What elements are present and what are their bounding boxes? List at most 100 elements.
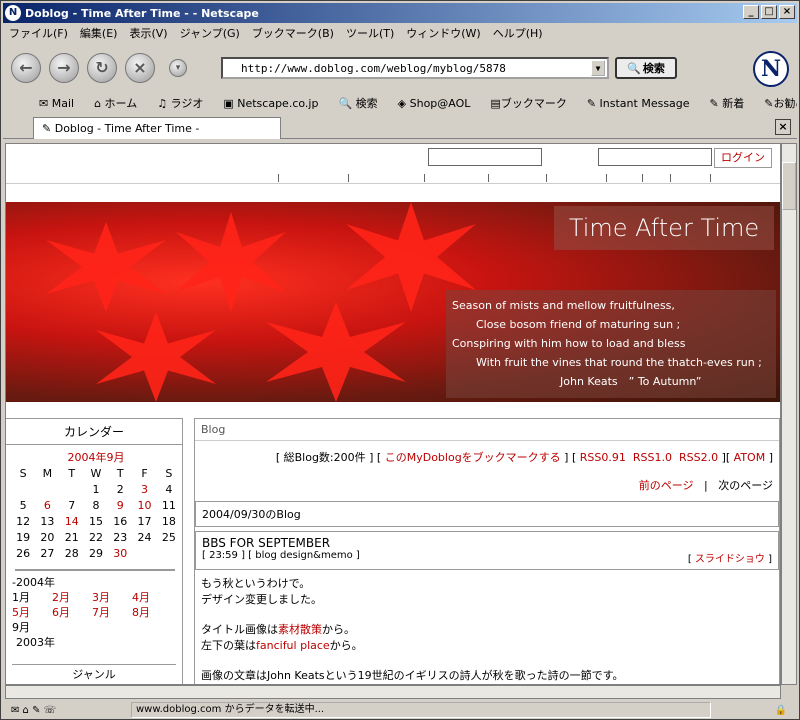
calendar-day[interactable]: 10 xyxy=(132,497,156,513)
close-button[interactable]: × xyxy=(779,5,795,19)
post-title[interactable]: BBS FOR SEPTEMBER xyxy=(202,536,772,550)
section-header: Blog xyxy=(195,419,779,441)
rss10-link[interactable]: RSS1.0 xyxy=(633,451,672,464)
next-page-link[interactable]: 次のページ xyxy=(718,479,773,492)
post-time-category: [ 23:59 ] [ blog design&memo ] xyxy=(202,550,360,561)
maple-leaf-image xyxy=(96,312,216,402)
maple-leaf-image xyxy=(176,212,286,312)
tab-doblog[interactable]: ✎ Doblog - Time After Time - xyxy=(33,117,281,139)
calendar-day-header: W xyxy=(90,466,102,480)
poem-line: With fruit the vines that round the that… xyxy=(476,356,762,369)
calendar-day[interactable]: 3 xyxy=(132,481,156,497)
bookmark-search[interactable]: 🔍 検索 xyxy=(338,95,387,111)
url-field[interactable]: http://www.doblog.com/weblog/myblog/5878… xyxy=(221,57,609,79)
login-password-input[interactable] xyxy=(598,148,712,166)
url-dropdown-icon[interactable]: ▼ xyxy=(591,60,605,76)
netscape-logo[interactable]: N xyxy=(753,51,789,87)
menu-bookmarks[interactable]: ブックマーク(B) xyxy=(246,25,340,41)
bookmark-netscape[interactable]: ▣ Netscape.co.jp xyxy=(223,97,328,110)
calendar-day: 21 xyxy=(64,530,79,544)
calendar-title: カレンダー xyxy=(6,419,182,445)
archive-month-link[interactable]: 7月 xyxy=(92,605,132,620)
archive-month-link[interactable]: 4月 xyxy=(132,590,172,605)
bookmark-mail[interactable]: ✉ Mail xyxy=(39,97,84,110)
calendar-day: 27 xyxy=(40,546,55,560)
navigation-toolbar: ← → ↻ × ▾ http://www.doblog.com/weblog/m… xyxy=(3,45,797,91)
poem-quote: Season of mists and mellow fruitfulness,… xyxy=(446,290,776,398)
back-button[interactable]: ← xyxy=(11,53,41,83)
reload-button[interactable]: ↻ xyxy=(87,53,117,83)
bookmark-mydoblog-link[interactable]: このMyDoblogをブックマークする xyxy=(385,451,561,464)
calendar-day xyxy=(60,481,84,497)
calendar-day: 28 xyxy=(64,546,79,560)
login-id-input[interactable] xyxy=(428,148,542,166)
vertical-scrollbar[interactable] xyxy=(781,143,797,685)
divider xyxy=(348,174,349,182)
bookmark-recommend-label: お勧め xyxy=(773,97,797,110)
bookmark-home-label: ホーム xyxy=(104,97,138,110)
bookmark-recommend[interactable]: ✎お勧め xyxy=(764,95,797,111)
bookmark-mail-label: Mail xyxy=(51,96,75,110)
menu-go[interactable]: ジャンプ(G) xyxy=(174,25,246,41)
menu-edit[interactable]: 編集(E) xyxy=(74,25,124,41)
calendar-day: 24 xyxy=(137,530,152,544)
calendar-day: 2 xyxy=(116,482,124,496)
calendar-day[interactable]: 14 xyxy=(60,513,84,529)
calendar-day: 7 xyxy=(68,498,76,512)
calendar-day: 5 xyxy=(19,498,27,512)
calendar-day[interactable]: 9 xyxy=(108,497,132,513)
slideshow-link[interactable]: スライドショウ xyxy=(695,554,765,565)
search-button-label: 検索 xyxy=(642,62,665,75)
archive-month-row: 1月 2月 3月 4月 xyxy=(12,590,176,605)
divider xyxy=(606,174,607,182)
bookmark-radio[interactable]: ♫ ラジオ xyxy=(157,95,213,111)
bookmark-netscape-label: Netscape.co.jp xyxy=(237,96,319,110)
fanciful-place-link[interactable]: fanciful place xyxy=(256,639,330,652)
close-tab-button[interactable]: × xyxy=(775,119,791,135)
search-button[interactable]: 🔍 検索 xyxy=(615,57,677,79)
history-dropdown-button[interactable]: ▾ xyxy=(169,59,187,77)
bookmark-radio-label: ラジオ xyxy=(170,97,204,110)
menu-tools[interactable]: ツール(T) xyxy=(340,25,400,41)
prev-page-link[interactable]: 前のページ xyxy=(639,479,694,492)
forward-button[interactable]: → xyxy=(49,53,79,83)
scroll-thumb[interactable] xyxy=(782,162,796,210)
atom-link[interactable]: ATOM xyxy=(734,451,766,464)
archive-month-link[interactable]: 8月 xyxy=(132,605,172,620)
calendar-day-header: T xyxy=(116,466,124,480)
sozai-sansaku-link[interactable]: 素材散策 xyxy=(278,623,322,636)
calendar-day: 29 xyxy=(88,546,103,560)
stop-button[interactable]: × xyxy=(125,53,155,83)
divider xyxy=(488,174,489,182)
maximize-button[interactable]: □ xyxy=(761,5,777,19)
post-header: BBS FOR SEPTEMBER [ 23:59 ] [ blog desig… xyxy=(195,531,779,570)
rss091-link[interactable]: RSS0.91 xyxy=(580,451,626,464)
bookmark-bookmarks[interactable]: ▤ブックマーク xyxy=(490,95,576,111)
menu-view[interactable]: 表示(V) xyxy=(123,25,173,41)
bookmark-instant-message[interactable]: ✎ Instant Message xyxy=(587,97,700,110)
archive-prev-year[interactable]: 2003年 xyxy=(12,635,176,650)
archive-month-link: 9月 xyxy=(12,621,30,634)
menu-file[interactable]: ファイル(F) xyxy=(3,25,74,41)
calendar-day-header: M xyxy=(42,466,53,480)
status-message: www.doblog.com からデータを転送中... xyxy=(131,702,711,718)
rss20-link[interactable]: RSS2.0 xyxy=(679,451,718,464)
archive-month-link[interactable]: 5月 xyxy=(12,605,52,620)
maple-leaf-image xyxy=(46,222,166,312)
archive-month-link[interactable]: 3月 xyxy=(92,590,132,605)
bookmark-new[interactable]: ✎ 新着 xyxy=(710,95,755,111)
divider xyxy=(642,174,643,182)
archive-month-link[interactable]: 2月 xyxy=(52,590,92,605)
menu-help[interactable]: ヘルプ(H) xyxy=(487,25,549,41)
calendar-day[interactable]: 30 xyxy=(108,545,132,561)
minimize-button[interactable]: _ xyxy=(743,5,759,19)
menu-window[interactable]: ウィンドウ(W) xyxy=(400,25,486,41)
component-bar-icons[interactable]: ✉ ⌂ ✎ ☏ xyxy=(11,705,56,716)
horizontal-scrollbar[interactable] xyxy=(5,685,781,699)
security-lock-icon[interactable]: 🔒 xyxy=(775,705,787,716)
calendar-day[interactable]: 6 xyxy=(35,497,59,513)
bookmark-shop[interactable]: ◈ Shop@AOL xyxy=(398,97,481,110)
bookmark-home[interactable]: ⌂ ホーム xyxy=(94,95,147,111)
archive-month-link[interactable]: 6月 xyxy=(52,605,92,620)
login-button[interactable]: ログイン xyxy=(714,148,772,168)
